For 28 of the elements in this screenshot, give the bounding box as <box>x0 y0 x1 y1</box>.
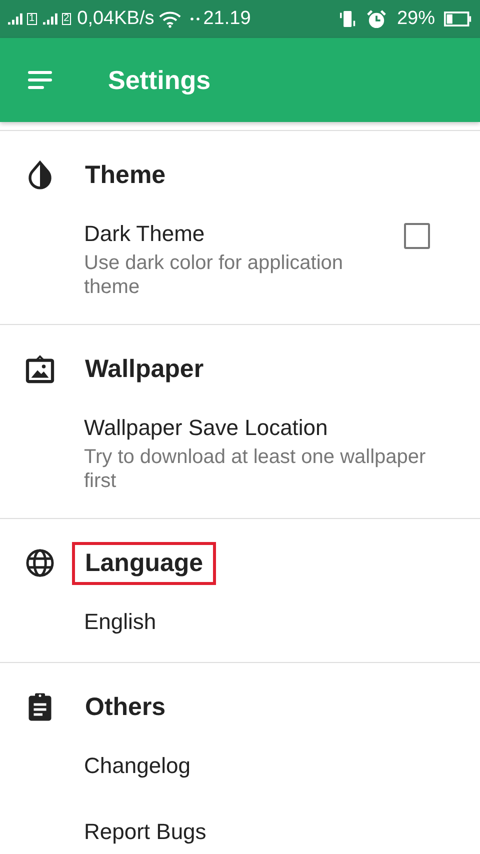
section-heading: Wallpaper <box>84 354 205 384</box>
alarm-clock-icon <box>366 10 386 28</box>
section-heading: Others <box>84 692 167 722</box>
setting-item[interactable]: Changelog <box>84 751 450 781</box>
wifi-icon <box>159 10 182 28</box>
signal-icon <box>42 13 59 25</box>
battery-icon <box>444 11 472 27</box>
clock: 21.19 <box>203 8 251 30</box>
network-speed: 0,04KB/s <box>77 8 154 30</box>
sim-label: 1 <box>27 13 37 25</box>
globe-icon <box>24 548 54 578</box>
battery-percent: 29% <box>396 8 435 30</box>
notification-dots-icon <box>190 17 200 21</box>
framed-picture-icon <box>24 354 54 384</box>
setting-item[interactable]: Wallpaper Save Location <box>84 413 450 443</box>
setting-item[interactable]: Report Bugs <box>84 817 450 847</box>
section-heading: Theme <box>84 160 167 190</box>
signal-icon <box>8 13 24 25</box>
setting-summary: Try to download at least one wallpaper first <box>84 445 427 493</box>
setting-title: Dark Theme <box>84 220 206 248</box>
section-heading: Language <box>72 542 216 584</box>
setting-summary: Use dark color for application theme <box>84 251 344 299</box>
setting-item[interactable]: English <box>84 607 450 637</box>
screen-title: Settings <box>108 64 211 96</box>
checkbox[interactable] <box>404 223 430 249</box>
sim-label: 2 <box>62 13 72 25</box>
vibrate-icon <box>340 10 356 28</box>
menu-icon[interactable] <box>28 71 52 89</box>
